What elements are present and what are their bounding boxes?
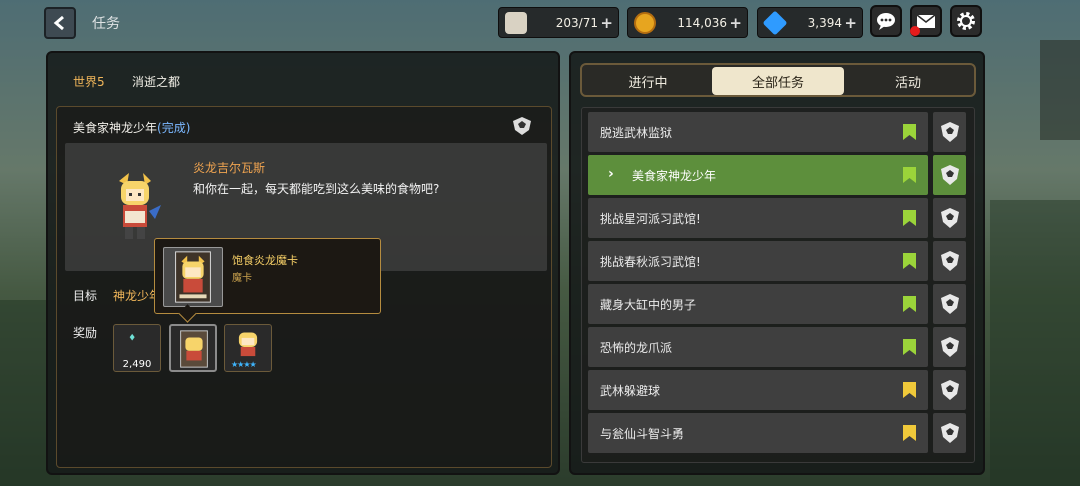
- tab-in-progress[interactable]: 进行中: [586, 67, 710, 95]
- bookmark-icon: [903, 382, 916, 398]
- breadcrumb-area: 消逝之都: [132, 75, 181, 89]
- guild-emblem-icon: [940, 251, 959, 271]
- quest-name: 脱逃武林监狱: [600, 126, 673, 140]
- quest-title: 美食家神龙少年(完成): [73, 119, 190, 136]
- tooltip-card-image: [163, 247, 223, 307]
- item-tooltip: 饱食炎龙魔卡 魔卡: [154, 238, 381, 314]
- guild-emblem-icon: [940, 122, 959, 142]
- crystal-icon: [129, 333, 135, 341]
- quest-row[interactable]: 与瓮仙斗智斗勇: [588, 413, 928, 453]
- guild-emblem-icon: [940, 294, 959, 314]
- back-button[interactable]: [44, 7, 76, 39]
- bookmark-icon: [903, 296, 916, 312]
- coffee-plus-button[interactable]: +: [600, 14, 613, 32]
- reward-label: 奖励: [73, 326, 98, 340]
- quest-name: 武林躲避球: [600, 384, 661, 398]
- gear-icon: [957, 12, 975, 30]
- bookmark-icon: [903, 124, 916, 140]
- bookmark-icon: [903, 339, 916, 355]
- tab-all-quests[interactable]: 全部任务: [712, 67, 844, 95]
- page-title: 任务: [92, 16, 120, 32]
- guild-emblem-icon: [940, 423, 959, 443]
- bookmark-icon: [903, 425, 916, 441]
- quest-name: 挑战春秋派习武馆!: [600, 255, 701, 269]
- quest-name: 与瓮仙斗智斗勇: [600, 427, 685, 441]
- chat-bubble-icon: [877, 13, 895, 30]
- coin-value: 114,036: [677, 15, 727, 30]
- quest-row[interactable]: › 美食家神龙少年: [588, 155, 928, 195]
- bookmark-icon: [903, 167, 916, 183]
- notification-dot: [910, 26, 920, 36]
- chevron-left-icon: [53, 15, 64, 31]
- quest-name: 挑战星河派习武馆!: [600, 212, 701, 226]
- chevron-right-icon: ›: [608, 166, 614, 182]
- quest-status: (完成): [157, 121, 191, 135]
- quest-emblem-button[interactable]: [933, 155, 966, 195]
- quest-name: 藏身大缸中的男子: [600, 298, 697, 312]
- diamond-icon: [762, 10, 788, 36]
- quest-list-panel: 进行中 全部任务 活动 脱逃武林监狱 › 美食家神龙少年挑战星河派习武馆! 挑战春秋派…: [569, 51, 985, 475]
- quest-row[interactable]: 藏身大缸中的男子: [588, 284, 928, 324]
- bookmark-icon: [903, 210, 916, 226]
- quest-name: 恐怖的龙爪派: [600, 341, 673, 355]
- quest-list[interactable]: 脱逃武林监狱 › 美食家神龙少年挑战星河派习武馆! 挑战春秋派习武馆! 藏身大缸中的男子…: [581, 107, 975, 463]
- coin-icon: [634, 12, 656, 34]
- quest-emblem-button[interactable]: [933, 413, 966, 453]
- quest-emblem-button[interactable]: [933, 241, 966, 281]
- quest-title-text: 美食家神龙少年: [73, 121, 158, 135]
- settings-button[interactable]: [950, 5, 982, 37]
- coffee-resource[interactable]: 203/71 +: [498, 7, 619, 38]
- tooltip-item-type: 魔卡: [232, 273, 252, 284]
- quest-row[interactable]: 武林躲避球: [588, 370, 928, 410]
- reward-slot-gems[interactable]: 2,490: [113, 324, 161, 372]
- guild-emblem-icon: [513, 117, 531, 135]
- breadcrumb-world: 世界5: [73, 75, 105, 89]
- target-label: 目标: [73, 289, 98, 303]
- speaker-name: 炎龙吉尔瓦斯: [193, 161, 266, 175]
- tab-events[interactable]: 活动: [846, 67, 970, 95]
- reward-slot-card[interactable]: [169, 324, 217, 372]
- pet-stars: ★★★★: [231, 360, 257, 369]
- dialogue-line: 和你在一起，每天都能吃到这么美味的食物吧?: [193, 182, 440, 196]
- quest-emblem-button[interactable]: [933, 198, 966, 238]
- magic-card-icon: [180, 330, 208, 368]
- quest-row[interactable]: 挑战春秋派习武馆!: [588, 241, 928, 281]
- gem-resource[interactable]: 3,394 +: [757, 7, 863, 38]
- tooltip-item-name: 饱食炎龙魔卡: [232, 254, 298, 267]
- coffee-cup-icon: [505, 12, 527, 34]
- coin-plus-button[interactable]: +: [729, 14, 742, 32]
- quest-row[interactable]: 脱逃武林监狱: [588, 112, 928, 152]
- quest-name: 美食家神龙少年: [632, 169, 717, 183]
- magic-card-icon: [175, 251, 211, 303]
- dragon-boy-portrait: [119, 173, 161, 239]
- guild-emblem-icon: [940, 165, 959, 185]
- quest-emblem-button[interactable]: [933, 284, 966, 324]
- reward-slot-pet[interactable]: ★★★★: [224, 324, 272, 372]
- guild-emblem-icon: [940, 337, 959, 357]
- gem-value: 3,394: [807, 15, 842, 30]
- bookmark-icon: [903, 253, 916, 269]
- coin-resource[interactable]: 114,036 +: [627, 7, 748, 38]
- guild-emblem-icon: [940, 380, 959, 400]
- coffee-value: 203/71: [555, 15, 598, 30]
- quest-emblem-button[interactable]: [933, 112, 966, 152]
- gem-plus-button[interactable]: +: [844, 14, 857, 32]
- quest-tabs: 进行中 全部任务 活动: [580, 63, 976, 97]
- guild-emblem-icon: [940, 208, 959, 228]
- chat-button[interactable]: [870, 5, 902, 37]
- quest-row[interactable]: 恐怖的龙爪派: [588, 327, 928, 367]
- quest-row[interactable]: 挑战星河派习武馆!: [588, 198, 928, 238]
- quest-emblem-button[interactable]: [933, 327, 966, 367]
- quest-emblem-button[interactable]: [933, 370, 966, 410]
- reward-gem-count: 2,490: [122, 359, 152, 370]
